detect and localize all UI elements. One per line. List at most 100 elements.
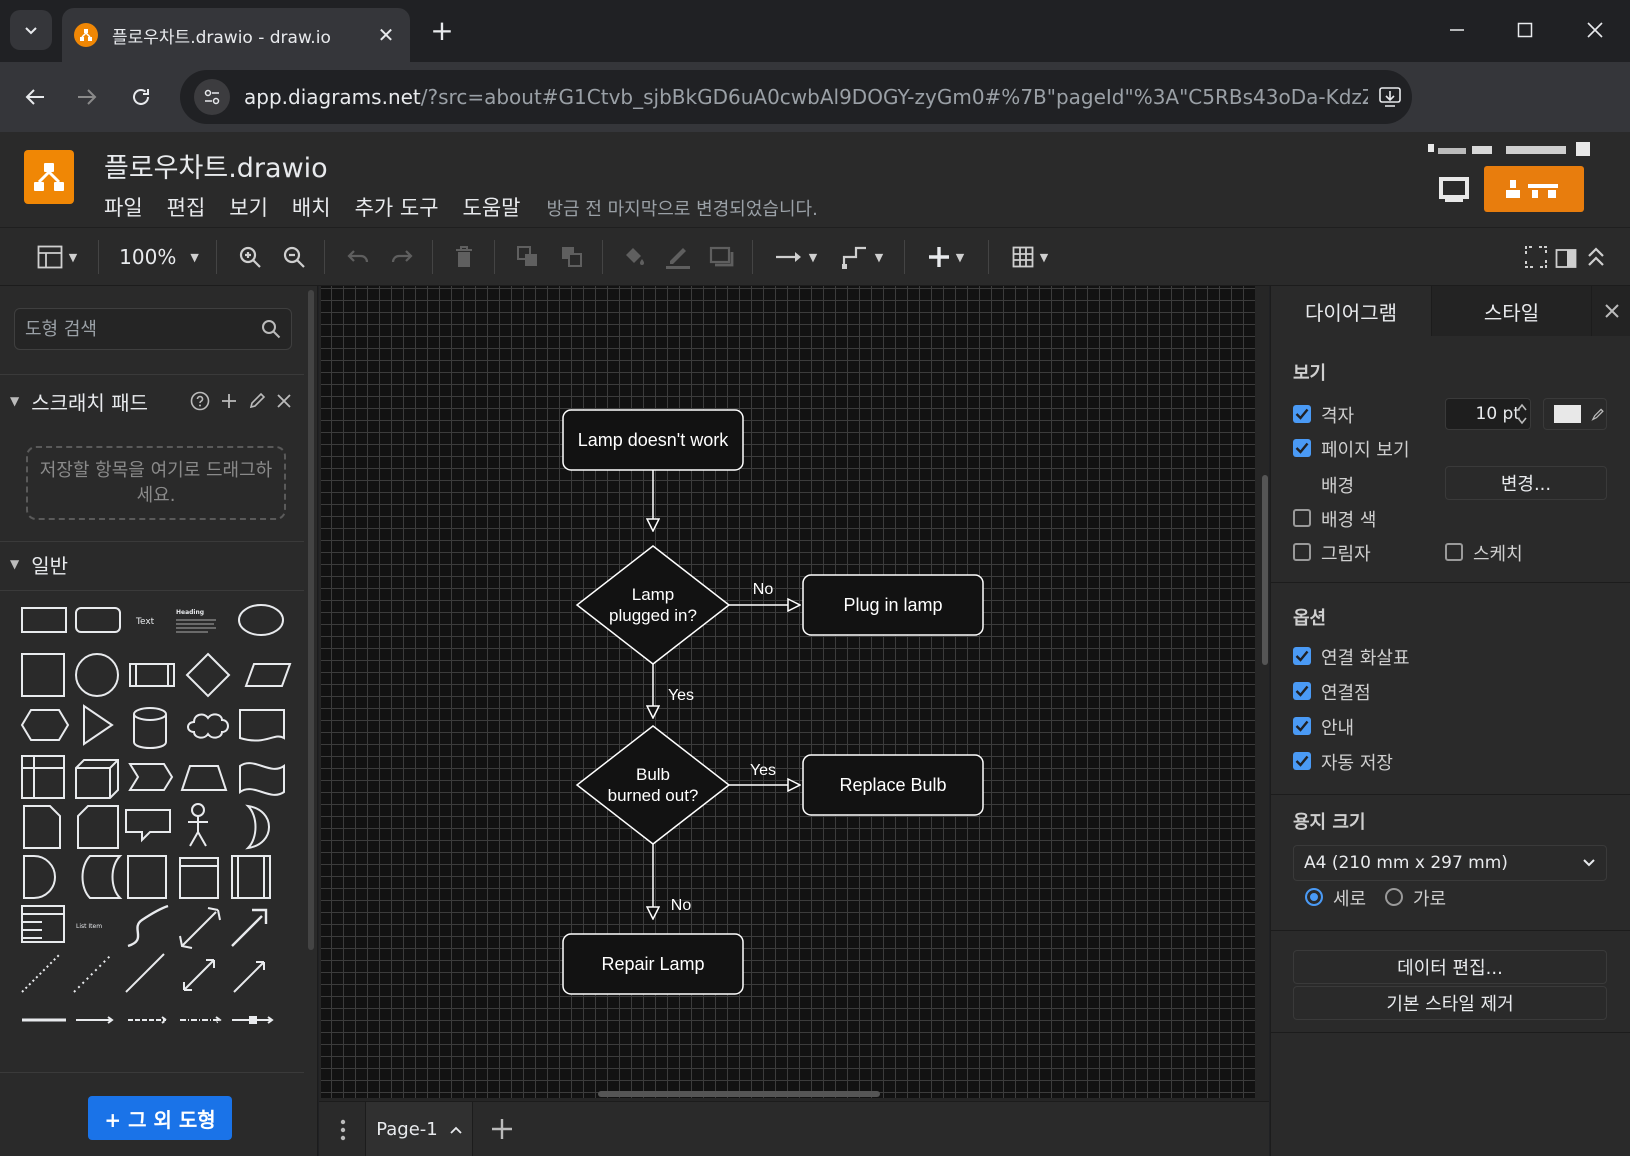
node-replace[interactable]: Replace Bulb <box>802 754 984 816</box>
more-shapes-button[interactable]: + 그 외 도형 <box>88 1096 232 1140</box>
shape-search-input[interactable] <box>25 318 261 340</box>
shape-diamond[interactable] <box>185 652 231 698</box>
minimize-button[interactable] <box>1432 10 1482 50</box>
general-section-header[interactable]: ▼ 일반 <box>0 542 304 586</box>
shape-trapezoid[interactable] <box>180 765 228 791</box>
page-tab[interactable]: Page-1 <box>365 1102 473 1156</box>
menu-arrange[interactable]: 배치 <box>292 192 331 222</box>
page-view-checkbox[interactable] <box>1293 439 1311 457</box>
shape-or[interactable] <box>245 804 270 850</box>
collapse-header-button[interactable] <box>1582 240 1610 274</box>
forward-button[interactable] <box>66 76 108 118</box>
menu-help[interactable]: 도움말 <box>463 192 521 222</box>
shape-data-storage[interactable] <box>81 855 123 899</box>
line-color-button[interactable] <box>662 240 694 274</box>
close-tab-icon[interactable]: ✕ <box>374 23 398 47</box>
fill-color-button[interactable] <box>618 240 650 274</box>
shape-line[interactable] <box>125 953 165 993</box>
shape-triangle[interactable] <box>83 704 114 746</box>
add-page-button[interactable] <box>485 1112 519 1146</box>
connection-style-button[interactable]: ▼ <box>768 240 824 274</box>
shape-tape[interactable] <box>239 762 285 796</box>
address-bar[interactable]: app.diagrams.net/?src=about#G1Ctvb_sjbBk… <box>180 70 1412 124</box>
table-button[interactable]: ▼ <box>1002 240 1058 274</box>
browser-tab[interactable]: 플로우차트.drawio - draw.io ✕ <box>62 8 410 62</box>
shape-cloud[interactable] <box>187 713 229 739</box>
shape-directional-connector[interactable] <box>233 961 265 993</box>
menu-edit[interactable]: 편집 <box>167 192 206 222</box>
shape-rectangle[interactable] <box>21 607 67 633</box>
canvas-vertical-scrollbar[interactable] <box>1262 475 1268 665</box>
scratchpad-dropzone[interactable]: 저장할 항목을 여기로 드래그하세요. <box>26 446 286 520</box>
close-panel-button[interactable] <box>1591 286 1630 336</box>
shape-hexagon[interactable] <box>20 709 70 741</box>
format-toggle-button[interactable] <box>1552 240 1580 274</box>
scratchpad-header[interactable]: ▼ 스크래치 패드 <box>0 379 304 423</box>
shape-document[interactable] <box>239 709 285 742</box>
shape-text[interactable]: Text <box>135 617 155 627</box>
guides-checkbox[interactable] <box>1293 717 1311 735</box>
node-repair[interactable]: Repair Lamp <box>562 933 744 995</box>
canvas-horizontal-scrollbar[interactable] <box>598 1091 880 1097</box>
shape-rounded-rectangle[interactable] <box>75 607 121 633</box>
shape-textbox[interactable]: Heading <box>176 609 216 633</box>
connection-points-checkbox[interactable] <box>1293 682 1311 700</box>
shape-note[interactable] <box>23 805 61 849</box>
tab-search-button[interactable] <box>10 10 52 50</box>
menu-extras[interactable]: 추가 도구 <box>355 192 439 222</box>
close-window-button[interactable] <box>1570 10 1620 50</box>
shape-curve[interactable] <box>127 904 169 948</box>
shape-card[interactable] <box>77 805 119 849</box>
shape-search[interactable] <box>14 308 292 350</box>
back-button[interactable] <box>14 76 56 118</box>
grid-color-picker[interactable] <box>1543 398 1607 430</box>
landscape-radio[interactable] <box>1385 888 1403 906</box>
delete-button[interactable] <box>448 240 480 274</box>
change-background-button[interactable]: 변경... <box>1445 466 1607 500</box>
node-plug-in[interactable]: Plug in lamp <box>802 574 984 636</box>
grid-size-stepper-icon[interactable] <box>1515 400 1529 428</box>
node-decision-plugged[interactable]: Lamp plugged in? <box>575 545 731 665</box>
fullscreen-button[interactable] <box>1522 240 1550 274</box>
close-icon[interactable] <box>276 393 292 409</box>
undo-button[interactable] <box>342 240 374 274</box>
tab-diagram[interactable]: 다이어그램 <box>1271 286 1431 336</box>
shape-container[interactable] <box>127 855 167 899</box>
shape-dashed-line[interactable] <box>73 953 113 993</box>
reload-button[interactable] <box>120 76 162 118</box>
shape-arrow[interactable] <box>231 908 268 947</box>
shape-connector-dashed[interactable] <box>128 1016 168 1024</box>
menu-view[interactable]: 보기 <box>229 192 268 222</box>
shadow-button[interactable] <box>706 240 738 274</box>
install-app-icon[interactable] <box>1368 86 1412 108</box>
shape-connector-label[interactable] <box>180 1016 222 1024</box>
shape-parallelogram[interactable] <box>244 663 292 687</box>
shadow-checkbox[interactable] <box>1293 543 1311 561</box>
shape-bidirectional-connector[interactable] <box>183 959 215 991</box>
shape-ellipse[interactable] <box>238 604 284 636</box>
chevron-up-icon[interactable] <box>450 1126 462 1134</box>
new-tab-button[interactable]: + <box>424 12 460 48</box>
shape-callout[interactable] <box>125 809 171 843</box>
zoom-out-button[interactable] <box>278 240 310 274</box>
add-icon[interactable] <box>220 392 238 410</box>
diagram-canvas[interactable]: No Yes Yes No Lamp doesn't work Lamp plu… <box>319 286 1269 1101</box>
connection-arrows-checkbox[interactable] <box>1293 647 1311 665</box>
comments-icon[interactable] <box>1434 170 1474 210</box>
help-icon[interactable] <box>190 391 210 411</box>
shape-connector-arrow[interactable] <box>76 1016 114 1024</box>
maximize-button[interactable] <box>1500 10 1550 50</box>
to-front-button[interactable] <box>512 240 544 274</box>
background-color-checkbox[interactable] <box>1293 509 1311 527</box>
site-info-icon[interactable] <box>194 79 230 115</box>
shape-bidirectional-arrow[interactable] <box>179 907 221 949</box>
node-decision-bulb[interactable]: Bulb burned out? <box>575 725 731 845</box>
share-button[interactable] <box>1484 166 1584 212</box>
search-icon[interactable] <box>261 319 281 339</box>
zoom-select[interactable]: 100% ▼ <box>116 240 202 274</box>
portrait-radio[interactable] <box>1305 888 1323 906</box>
shape-list-item[interactable]: List Item <box>74 906 116 942</box>
to-back-button[interactable] <box>556 240 588 274</box>
zoom-in-button[interactable] <box>234 240 266 274</box>
edit-pencil-icon[interactable] <box>248 392 266 410</box>
